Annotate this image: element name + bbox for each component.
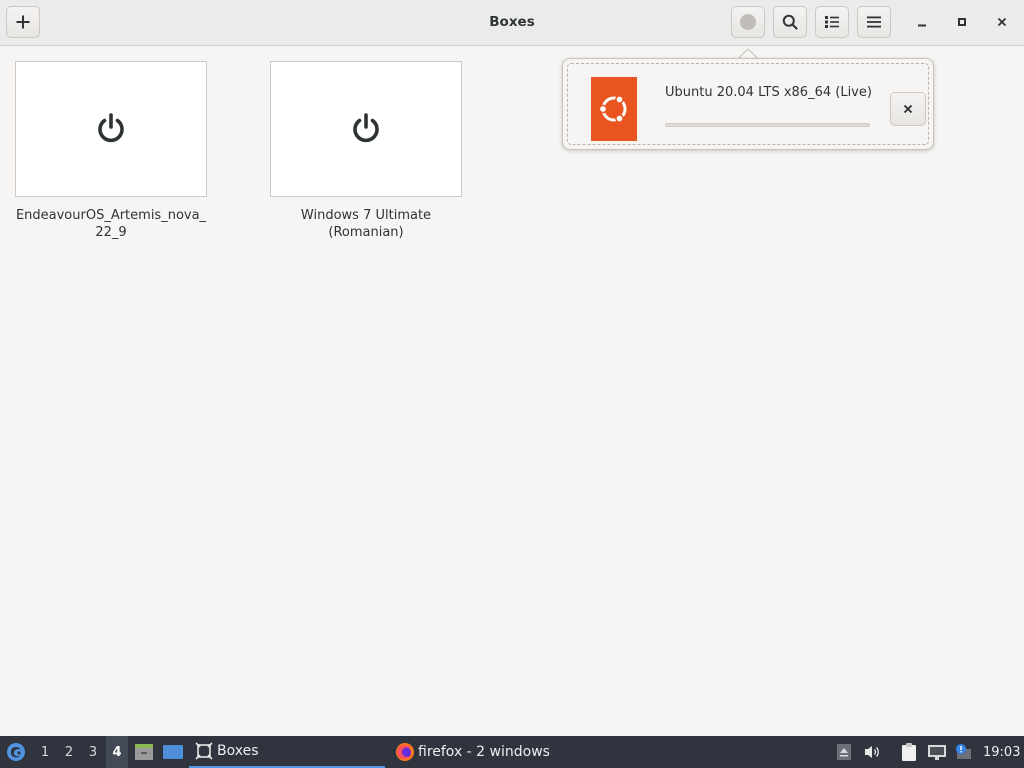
header-bar: Boxes: [0, 0, 1024, 46]
download-progress-bar: [665, 123, 870, 127]
app-menu-button[interactable]: [4, 736, 28, 768]
close-icon: [997, 17, 1007, 27]
power-icon: [353, 113, 379, 143]
downloads-indicator-icon: [740, 14, 756, 30]
boxes-app-icon: [195, 742, 213, 760]
volume-button[interactable]: [862, 736, 882, 768]
network-wired-icon: [928, 745, 946, 760]
maximize-button[interactable]: [950, 10, 974, 34]
ubuntu-circle-of-friends-icon: [598, 95, 627, 123]
minimize-button[interactable]: [910, 10, 934, 34]
taskbar: 1 2 3 4 Boxes firefox - 2 windows 19:03: [0, 736, 1024, 768]
ubuntu-logo-icon: [591, 77, 637, 141]
main-menu-button[interactable]: [857, 6, 891, 38]
task-label: firefox - 2 windows: [418, 744, 550, 760]
task-boxes[interactable]: Boxes: [189, 736, 385, 768]
updates-button[interactable]: [952, 736, 974, 768]
box-name: EndeavourOS_Artemis_nova_22_9: [15, 208, 207, 240]
list-view-icon: [825, 16, 839, 28]
file-cabinet-icon: [135, 744, 153, 760]
search-button[interactable]: [773, 6, 807, 38]
hamburger-menu-icon: [867, 16, 881, 28]
close-icon: [903, 104, 913, 114]
downloads-popover: Ubuntu 20.04 LTS x86_64 (Live): [562, 58, 934, 150]
downloads-button[interactable]: [731, 6, 765, 38]
box-name: Windows 7 Ultimate (Romanian): [300, 208, 432, 240]
task-firefox[interactable]: firefox - 2 windows: [393, 736, 593, 768]
workspace-2[interactable]: 2: [60, 736, 78, 768]
firefox-icon: [396, 743, 414, 761]
tray-expand-button[interactable]: [834, 736, 854, 768]
volume-icon: [865, 746, 879, 758]
power-icon: [98, 113, 124, 143]
network-button[interactable]: [926, 736, 948, 768]
clipboard-button[interactable]: [898, 736, 920, 768]
box-item[interactable]: EndeavourOS_Artemis_nova_22_9: [15, 61, 207, 241]
box-thumbnail[interactable]: [270, 61, 462, 197]
box-item[interactable]: Windows 7 Ultimate (Romanian): [270, 61, 462, 241]
new-box-button[interactable]: [6, 6, 40, 38]
update-notification-icon: [956, 744, 971, 759]
box-thumbnail[interactable]: [15, 61, 207, 197]
workspace-4[interactable]: 4: [106, 736, 128, 768]
chevron-up-icon: [837, 744, 851, 760]
cancel-download-button[interactable]: [890, 92, 926, 126]
download-row: Ubuntu 20.04 LTS x86_64 (Live): [567, 63, 929, 145]
task-label: Boxes: [217, 743, 259, 759]
clipboard-icon: [902, 743, 916, 761]
file-manager-launcher[interactable]: [133, 736, 155, 768]
view-mode-button[interactable]: [815, 6, 849, 38]
close-button[interactable]: [990, 10, 1014, 34]
show-desktop-launcher[interactable]: [161, 736, 185, 768]
distro-logo-icon: [7, 743, 25, 761]
plus-icon: [16, 15, 30, 29]
search-icon: [782, 14, 798, 30]
minimize-icon: [918, 24, 926, 27]
workspace-1[interactable]: 1: [36, 736, 54, 768]
desktop-icon: [163, 745, 183, 759]
clock[interactable]: 19:03: [983, 736, 1020, 768]
download-title: Ubuntu 20.04 LTS x86_64 (Live): [665, 85, 872, 100]
workspace-3[interactable]: 3: [84, 736, 102, 768]
maximize-icon: [958, 18, 966, 26]
